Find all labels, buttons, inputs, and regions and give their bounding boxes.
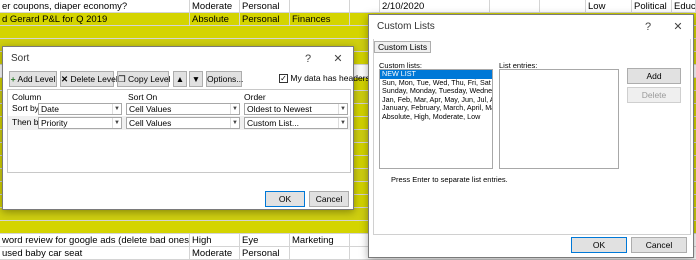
move-down-button[interactable]: ▼ [189,71,203,87]
add-level-button[interactable]: + Add Level [9,71,57,87]
custom-lists-title: Custom Lists [377,21,435,32]
select-value: Priority [41,118,68,128]
sheet-cell[interactable] [290,247,350,260]
sheet-cell[interactable] [540,0,586,13]
select-value: Custom List... [247,118,299,128]
sheet-cell[interactable]: d Gerard P&L for Q 2019 [0,13,190,26]
add-level-icon: + [10,74,16,84]
delete-button[interactable]: Delete [627,87,681,103]
sort-dialog-title: Sort [11,53,30,64]
add-button[interactable]: Add [627,68,681,84]
custom-lists-listbox[interactable]: NEW LIST Sun, Mon, Tue, Wed, Thu, Fri, S… [379,69,493,169]
sheet-cell[interactable]: Marketing [290,234,350,247]
sort-dialog: Sort ? ✕ + Add Level ✕ Delete Level ❐ Co… [2,46,370,210]
then-by-order-select[interactable]: Custom List... ▼ [244,117,348,129]
chevron-down-icon: ▼ [112,104,121,114]
sheet-cell[interactable] [490,0,540,13]
sheet-cell[interactable]: Finances [290,13,350,26]
sheet-cell[interactable]: High [190,234,240,247]
sheet-cell[interactable]: er coupons, diaper economy? [0,0,190,13]
sheet-cell[interactable] [350,0,380,13]
sheet-cell[interactable]: Political [632,0,672,13]
custom-lists-dialog: Custom Lists ? ✕ Custom Lists Custom lis… [368,14,694,258]
select-value: Cell Values [129,104,172,114]
cancel-button[interactable]: Cancel [309,191,349,207]
sort-on-header: Sort On [128,92,158,102]
list-entries-textarea[interactable] [499,69,619,169]
ok-button[interactable]: OK [265,191,305,207]
order-header: Order [244,92,266,102]
headers-checkbox-label: My data has headers [290,73,370,83]
select-value: Date [41,104,59,114]
add-level-label: Add Level [17,74,56,84]
arrow-up-icon: ▲ [175,74,185,84]
sheet-cell[interactable]: used baby car seat [0,247,190,260]
copy-icon: ❐ [118,74,126,84]
sheet-cell[interactable]: Eye [240,234,290,247]
sort-by-column-select[interactable]: Date ▼ [38,103,122,115]
chevron-down-icon: ▼ [230,118,239,128]
arrow-down-icon: ▼ [191,74,201,84]
sort-by-sorton-select[interactable]: Cell Values ▼ [126,103,240,115]
copy-level-label: Copy Level [128,74,171,84]
sheet-cell[interactable] [290,0,350,13]
column-header: Column [12,92,42,102]
sheet-cell[interactable]: Absolute [190,13,240,26]
options-button[interactable]: Options... [206,71,243,87]
chevron-down-icon: ▼ [338,118,347,128]
chevron-down-icon: ▼ [338,104,347,114]
chevron-down-icon: ▼ [230,104,239,114]
sheet-cell[interactable]: 2/10/2020 [380,0,490,13]
sheet-row[interactable]: er coupons, diaper economy? Moderate Per… [0,0,696,13]
sheet-cell[interactable]: Moderate [190,0,240,13]
move-up-button[interactable]: ▲ [173,71,187,87]
ok-button[interactable]: OK [571,237,627,253]
select-value: Oldest to Newest [247,104,312,114]
sort-levels-grid: Column Sort On Order Sort by Date ▼ Cell … [7,89,351,173]
then-by-sorton-select[interactable]: Cell Values ▼ [126,117,240,129]
close-button[interactable]: ✕ [663,15,693,39]
select-value: Cell Values [129,118,172,128]
list-item[interactable]: Absolute, High, Moderate, Low [380,112,492,122]
copy-level-button[interactable]: ❐ Copy Level [117,71,171,87]
hint-text: Press Enter to separate list entries. [391,175,508,184]
sort-by-label: Sort by [12,103,39,113]
sheet-cell[interactable]: Low [586,0,632,13]
headers-checkbox-wrap[interactable]: ✓ My data has headers [279,73,370,84]
sheet-cell[interactable]: word review for google ads (delete bad o… [0,234,190,247]
help-button[interactable]: ? [293,47,323,71]
delete-icon: ✕ [61,74,69,84]
help-button[interactable]: ? [633,15,663,39]
sheet-cell[interactable]: Personal [240,0,290,13]
sort-by-order-select[interactable]: Oldest to Newest ▼ [244,103,348,115]
sheet-cell[interactable]: Moderate [190,247,240,260]
headers-checkbox[interactable]: ✓ [279,74,288,84]
delete-level-button[interactable]: ✕ Delete Level [60,71,118,87]
close-button[interactable]: ✕ [323,47,353,71]
tab-custom-lists[interactable]: Custom Lists [374,41,432,53]
then-by-row[interactable]: Then by Priority ▼ Cell Values ▼ Custom Li… [8,116,350,130]
cancel-button[interactable]: Cancel [631,237,687,253]
then-by-column-select[interactable]: Priority ▼ [38,117,122,129]
delete-level-label: Delete Level [70,74,118,84]
custom-lists-titlebar[interactable]: Custom Lists ? ✕ [369,15,693,39]
sheet-cell[interactable]: Personal [240,13,290,26]
sheet-cell[interactable]: Educat [672,0,696,13]
sort-dialog-titlebar[interactable]: Sort ? ✕ [3,47,353,71]
chevron-down-icon: ▼ [112,118,121,128]
sheet-cell[interactable]: Personal [240,247,290,260]
